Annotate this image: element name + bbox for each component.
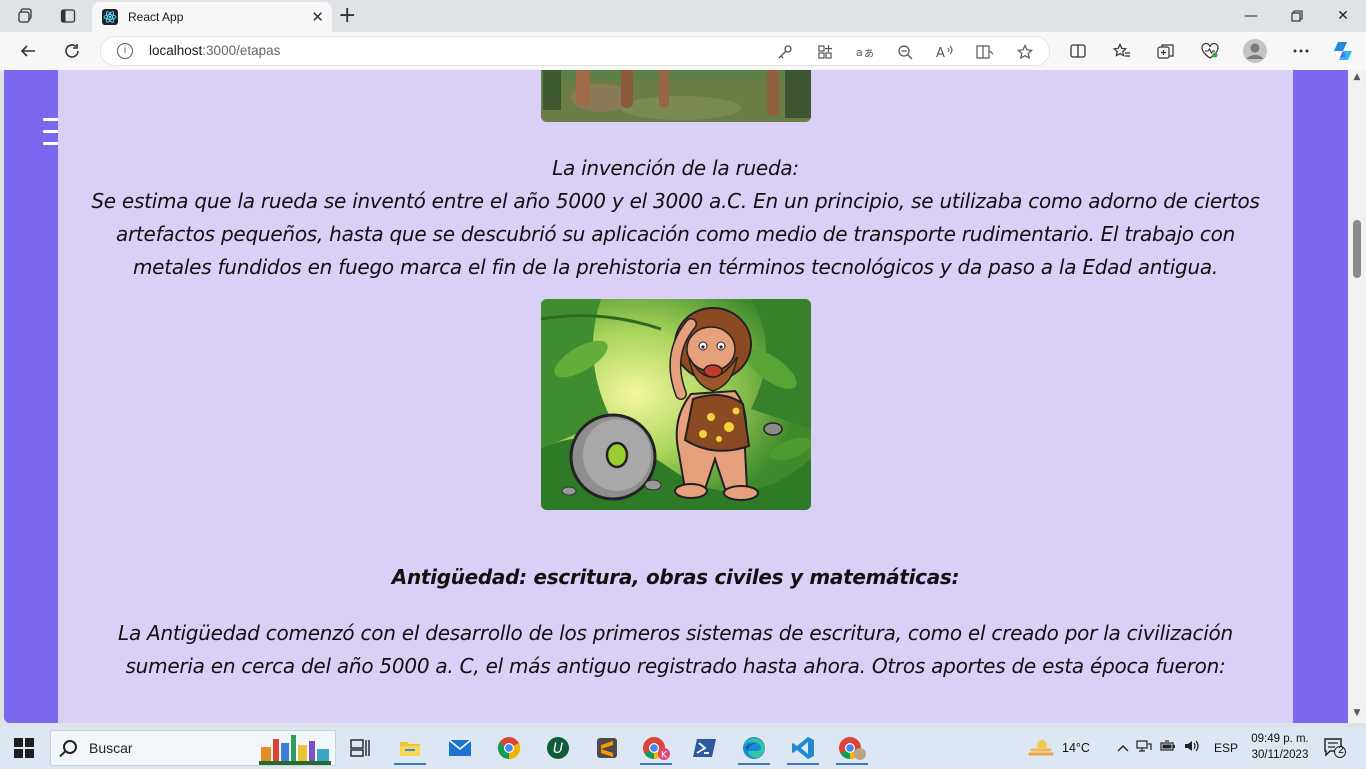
left-sidebar	[4, 70, 71, 723]
translate-icon[interactable]: aあ	[855, 42, 875, 62]
clock-time: 09:49 p. m.	[1251, 733, 1309, 745]
read-aloud-icon[interactable]: A	[935, 42, 955, 62]
browser-toolbar: i localhost:3000/etapas aあ A	[0, 32, 1366, 70]
antiquity-paragraph: La Antigüedad comenzó con el desarrollo …	[118, 621, 1233, 678]
wheel-paragraph: Se estima que la rueda se inventó entre …	[91, 189, 1260, 279]
page-viewport: La invención de la rueda: Se estima que …	[4, 70, 1348, 723]
tab-actions-icon[interactable]	[54, 4, 82, 28]
url-text: localhost:3000/etapas	[149, 43, 281, 58]
favorite-star-icon[interactable]	[1015, 42, 1035, 62]
search-icon	[63, 740, 77, 754]
clock-date: 30/11/2023	[1251, 749, 1309, 761]
notification-count: 2	[1338, 745, 1344, 756]
immersive-reader-icon[interactable]	[975, 42, 995, 62]
collections-icon[interactable]	[1154, 40, 1178, 62]
profile-avatar-icon[interactable]	[1242, 38, 1268, 64]
right-sidebar	[1293, 70, 1348, 723]
vscode-icon[interactable]	[783, 731, 823, 765]
chrome-icon[interactable]	[489, 731, 529, 765]
prehistoric-people-image	[541, 70, 811, 122]
chrome-profile-2-icon[interactable]	[832, 731, 872, 765]
svg-text:あ: あ	[864, 48, 874, 60]
search-placeholder: Buscar	[89, 740, 133, 756]
taskbar: Buscar U K 14°C ESP 09:49 p. m. 30/11/20…	[0, 727, 1366, 768]
close-window-icon[interactable]: ✕	[1320, 4, 1366, 28]
tab-title: React App	[128, 10, 184, 24]
favorites-icon[interactable]	[1110, 40, 1134, 62]
key-icon[interactable]	[775, 42, 795, 62]
main-content: La invención de la rueda: Se estima que …	[58, 70, 1293, 723]
edge-icon[interactable]	[734, 731, 774, 765]
scroll-up-icon[interactable]: ▲	[1352, 72, 1362, 82]
close-tab-icon[interactable]: ✕	[311, 8, 324, 26]
workspaces-icon[interactable]	[12, 4, 40, 28]
wheel-section: La invención de la rueda: Se estima que …	[78, 152, 1273, 284]
restore-icon[interactable]	[1274, 4, 1320, 28]
antiquity-heading: Antigüedad: escritura, obras civiles y m…	[391, 565, 960, 589]
taskbar-search[interactable]: Buscar	[50, 730, 336, 766]
svg-text:A: A	[936, 46, 945, 60]
battery-icon[interactable]	[1156, 740, 1180, 755]
apps-icon[interactable]	[815, 42, 835, 62]
react-icon	[102, 9, 118, 25]
weather-icon	[1028, 739, 1054, 755]
file-explorer-icon[interactable]	[390, 731, 430, 765]
chevron-up-icon[interactable]	[1114, 741, 1132, 755]
refresh-icon[interactable]	[58, 38, 86, 64]
wheel-title: La invención de la rueda:	[552, 156, 799, 180]
chrome-profile-icon[interactable]: K	[636, 731, 676, 765]
tray-icons: ESP	[1114, 727, 1238, 768]
network-icon[interactable]	[1132, 739, 1156, 756]
search-highlight-icon	[259, 733, 331, 765]
svg-text:a: a	[856, 46, 863, 59]
caveman-wheel-image	[541, 299, 811, 510]
language-indicator[interactable]: ESP	[1214, 741, 1238, 755]
address-bar[interactable]: i localhost:3000/etapas aあ A	[100, 36, 1050, 66]
minimize-icon[interactable]: —	[1228, 4, 1274, 28]
zoom-out-icon[interactable]	[895, 42, 915, 62]
svg-text:U: U	[553, 741, 563, 757]
clock[interactable]: 09:49 p. m. 30/11/2023	[1240, 731, 1320, 763]
mail-icon[interactable]	[440, 731, 480, 765]
scroll-thumb[interactable]	[1353, 220, 1361, 278]
task-view-icon[interactable]	[340, 731, 380, 765]
windows-start-icon[interactable]	[14, 738, 34, 758]
more-options-icon[interactable]	[1289, 40, 1313, 62]
volume-icon[interactable]	[1180, 739, 1204, 756]
tab-react-app[interactable]: React App ✕	[92, 2, 332, 32]
split-screen-icon[interactable]	[1066, 40, 1090, 62]
scroll-down-icon[interactable]: ▼	[1352, 708, 1362, 718]
tab-strip: React App ✕ + — ✕	[0, 0, 1366, 32]
weather-temp: 14°C	[1062, 740, 1090, 755]
notifications-icon[interactable]: 2	[1324, 738, 1346, 758]
page-scrollbar[interactable]: ▲ ▼	[1348, 70, 1366, 723]
upwork-icon[interactable]: U	[538, 731, 578, 765]
browser-essentials-icon[interactable]	[1198, 40, 1222, 62]
weather-widget[interactable]: 14°C	[1028, 727, 1090, 768]
powershell-icon[interactable]	[685, 731, 725, 765]
sublime-text-icon[interactable]	[587, 731, 627, 765]
copilot-icon[interactable]	[1330, 38, 1356, 64]
site-info-icon[interactable]: i	[117, 43, 133, 59]
back-icon[interactable]	[14, 38, 42, 64]
new-tab-icon[interactable]: +	[338, 3, 356, 28]
